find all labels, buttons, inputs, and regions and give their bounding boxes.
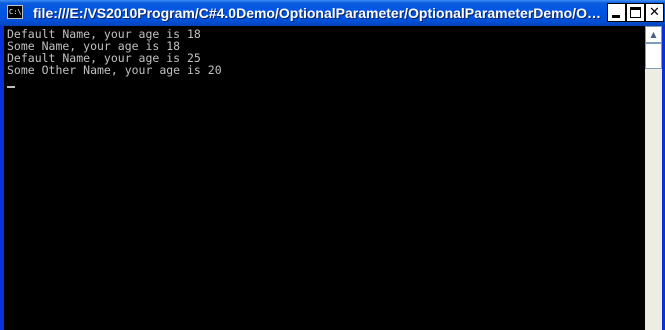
title-bar[interactable]: C:\ file:///E:/VS2010Program/C#4.0Demo/O… [0, 0, 665, 26]
scroll-up-button[interactable]: ▲ [645, 26, 662, 43]
text-cursor [7, 86, 15, 88]
window-title: file:///E:/VS2010Program/C#4.0Demo/Optio… [33, 5, 609, 21]
console-line: Some Other Name, your age is 20 [7, 63, 222, 77]
console-window: C:\ file:///E:/VS2010Program/C#4.0Demo/O… [0, 0, 665, 330]
minimize-icon [612, 15, 620, 18]
maximize-button[interactable] [626, 3, 645, 22]
maximize-icon [630, 7, 641, 18]
close-button[interactable]: ✕ [645, 3, 664, 22]
console-icon[interactable]: C:\ [7, 5, 23, 19]
vertical-scrollbar[interactable]: ▲ [645, 26, 662, 330]
scrollbar-thumb[interactable] [645, 43, 662, 69]
minimize-button[interactable] [607, 3, 626, 22]
console-output-area[interactable]: Default Name, your age is 18 Some Name, … [4, 26, 645, 330]
up-arrow-icon: ▲ [650, 30, 657, 39]
console-output: Default Name, your age is 18 Some Name, … [7, 28, 222, 76]
close-icon: ✕ [649, 5, 660, 20]
